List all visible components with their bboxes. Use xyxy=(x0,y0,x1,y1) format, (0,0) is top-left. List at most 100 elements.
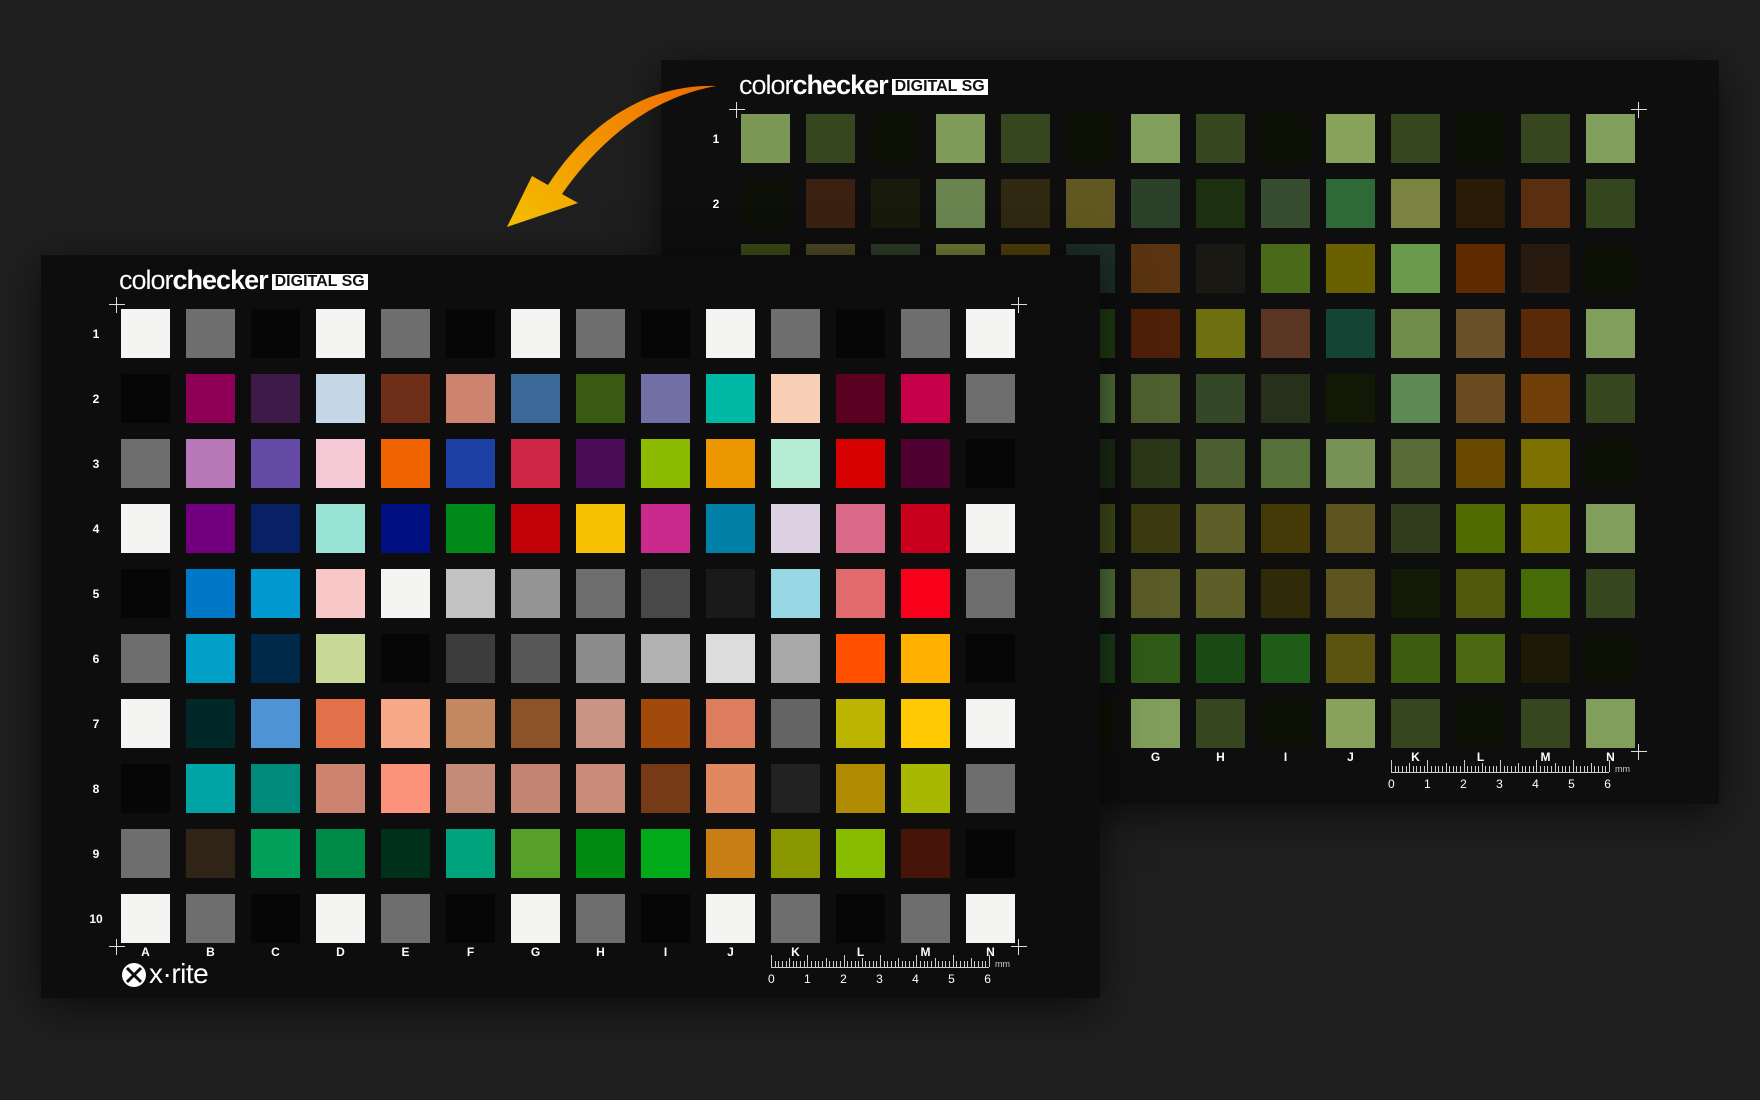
color-patch xyxy=(641,439,690,488)
row-label: 3 xyxy=(92,457,100,471)
color-patch xyxy=(576,699,625,748)
ruler-tick xyxy=(901,961,903,967)
ruler-tick xyxy=(887,961,889,967)
ruler-tick xyxy=(890,961,892,967)
color-patch xyxy=(186,309,235,358)
ruler-tick xyxy=(949,961,951,967)
ruler-tick xyxy=(970,958,972,967)
ruler-tick xyxy=(1500,760,1501,772)
row-label: 1 xyxy=(92,327,100,341)
color-patch xyxy=(316,569,365,618)
color-patch xyxy=(1326,244,1375,293)
color-patch xyxy=(901,699,950,748)
color-patch xyxy=(1586,374,1635,423)
color-patch xyxy=(641,829,690,878)
color-patch xyxy=(1326,179,1375,228)
color-patch xyxy=(901,504,950,553)
color-patch xyxy=(1521,114,1570,163)
color-patch xyxy=(1391,374,1440,423)
ruler-tick xyxy=(930,961,932,967)
color-patch xyxy=(381,699,430,748)
color-patch xyxy=(251,894,300,943)
color-patch xyxy=(446,439,495,488)
registration-crosshair xyxy=(1631,744,1647,760)
color-patch xyxy=(1326,504,1375,553)
color-patch xyxy=(771,829,820,878)
column-label: H xyxy=(1216,750,1225,764)
ruler-tick xyxy=(1525,766,1527,772)
color-patch xyxy=(641,504,690,553)
color-patch xyxy=(706,894,755,943)
ruler-tick xyxy=(934,958,936,967)
ruler-tick xyxy=(1485,766,1487,772)
row-label: 9 xyxy=(92,847,100,861)
ruler-tick xyxy=(1492,766,1494,772)
color-patch xyxy=(641,699,690,748)
ruler-tick xyxy=(927,961,929,967)
color-patch xyxy=(186,894,235,943)
ruler-tick xyxy=(829,961,831,967)
color-patch xyxy=(771,764,820,813)
color-patch xyxy=(1391,179,1440,228)
color-patch xyxy=(1391,569,1440,618)
ruler-tick xyxy=(905,961,907,967)
ruler-unit: mm xyxy=(1615,764,1630,774)
color-patch xyxy=(1131,634,1180,683)
row-label: 2 xyxy=(712,197,720,211)
color-patch xyxy=(446,699,495,748)
ruler-number: 0 xyxy=(1388,777,1395,791)
ruler-tick xyxy=(825,958,827,967)
ruler-tick xyxy=(840,961,842,967)
color-patch xyxy=(1261,634,1310,683)
color-patch xyxy=(966,569,1015,618)
color-patch xyxy=(316,764,365,813)
color-patch xyxy=(1261,244,1310,293)
color-patch xyxy=(771,504,820,553)
column-label: F xyxy=(466,945,475,959)
ruler-number: 1 xyxy=(804,972,811,986)
color-patch xyxy=(1001,114,1050,163)
mm-ruler-scale xyxy=(1391,760,1610,773)
colorchecker-logo: colorchecker DIGITAL SG xyxy=(119,267,368,294)
color-patch xyxy=(1261,374,1310,423)
color-patch xyxy=(836,699,885,748)
color-patch xyxy=(706,504,755,553)
color-patch xyxy=(1131,504,1180,553)
color-patch xyxy=(511,764,560,813)
color-patch xyxy=(446,569,495,618)
color-patch xyxy=(446,829,495,878)
color-patch xyxy=(1196,244,1245,293)
color-patch xyxy=(966,829,1015,878)
color-patch xyxy=(706,634,755,683)
color-patch xyxy=(1131,439,1180,488)
color-patch xyxy=(641,309,690,358)
ruler-tick xyxy=(967,961,969,967)
ruler-tick xyxy=(941,961,943,967)
color-patch xyxy=(1261,504,1310,553)
color-patch xyxy=(1391,244,1440,293)
ruler-tick xyxy=(956,961,958,967)
color-patch xyxy=(966,699,1015,748)
color-patch xyxy=(1261,699,1310,748)
color-patch xyxy=(1456,569,1505,618)
ruler-tick xyxy=(1514,766,1516,772)
color-patch xyxy=(1326,569,1375,618)
colorchecker-logo: colorchecker DIGITAL SG xyxy=(739,72,988,99)
color-patch xyxy=(966,894,1015,943)
color-patch xyxy=(1521,504,1570,553)
ruler-tick xyxy=(938,961,940,967)
row-label: 4 xyxy=(92,522,100,536)
column-label: C xyxy=(271,945,280,959)
color-patch xyxy=(446,504,495,553)
ruler-tick xyxy=(952,955,954,967)
color-patch xyxy=(1456,114,1505,163)
ruler-tick xyxy=(1416,766,1418,772)
ruler-tick xyxy=(832,961,834,967)
registration-crosshair xyxy=(109,297,125,313)
color-patch xyxy=(806,179,855,228)
brand-color-text: color xyxy=(739,70,794,100)
color-patch xyxy=(446,894,495,943)
ruler-tick xyxy=(1434,766,1436,772)
color-patch xyxy=(1456,699,1505,748)
color-patch xyxy=(966,309,1015,358)
